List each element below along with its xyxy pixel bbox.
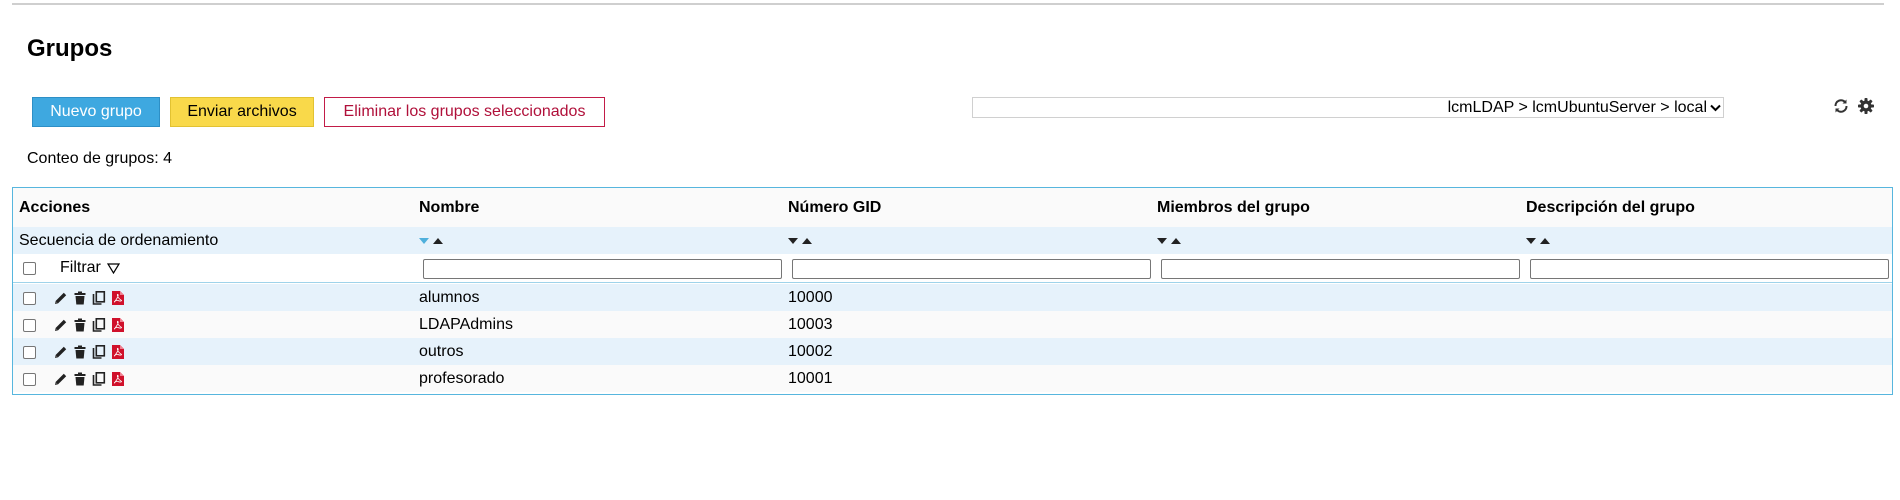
row-gid: 10000 — [788, 288, 833, 306]
delete-selected-groups-button[interactable]: Eliminar los grupos seleccionados — [324, 97, 605, 127]
row-actions — [53, 284, 126, 311]
column-header-name[interactable]: Nombre — [419, 188, 479, 227]
pdf-icon[interactable] — [110, 317, 126, 333]
sort-desc-icon[interactable] — [419, 237, 429, 244]
delete-icon[interactable] — [72, 317, 88, 333]
row-gid: 10002 — [788, 342, 833, 360]
filter-button[interactable]: Filtrar — [60, 254, 120, 282]
filter-name-input[interactable] — [423, 259, 782, 279]
gear-icon[interactable] — [1857, 97, 1875, 115]
sort-asc-icon[interactable] — [802, 237, 812, 244]
sort-desc-icon[interactable] — [1157, 237, 1167, 244]
row-name: outros — [419, 342, 464, 360]
row-checkbox[interactable] — [23, 291, 36, 305]
pdf-icon[interactable] — [110, 344, 126, 360]
edit-icon[interactable] — [53, 371, 69, 387]
new-group-button[interactable]: Nuevo grupo — [32, 97, 160, 127]
sort-sequence-label: Secuencia de ordenamiento — [19, 231, 219, 249]
select-all-checkbox[interactable] — [23, 262, 36, 275]
row-name: profesorado — [419, 369, 505, 387]
copy-icon[interactable] — [91, 317, 107, 333]
row-actions — [53, 311, 126, 338]
row-actions — [53, 365, 126, 392]
filter-members-input[interactable] — [1161, 259, 1520, 279]
filter-gid-input[interactable] — [792, 259, 1151, 279]
row-gid: 10001 — [788, 369, 833, 387]
sort-description — [1526, 227, 1550, 254]
sort-gid — [788, 227, 812, 254]
sort-members — [1157, 227, 1181, 254]
row-name: LDAPAdmins — [419, 315, 513, 333]
filter-row: Filtrar — [13, 254, 1892, 283]
top-divider — [12, 3, 1884, 5]
copy-icon[interactable] — [91, 344, 107, 360]
group-count-label: Conteo de grupos: — [27, 150, 159, 167]
sort-asc-icon[interactable] — [1540, 237, 1550, 244]
group-count: Conteo de grupos: 4 — [27, 150, 172, 168]
sort-desc-icon[interactable] — [788, 237, 798, 244]
copy-icon[interactable] — [91, 371, 107, 387]
groups-table: Acciones Nombre Número GID Miembros del … — [12, 187, 1893, 395]
pdf-icon[interactable] — [110, 371, 126, 387]
chevron-down-icon — [1710, 104, 1721, 112]
group-count-value: 4 — [163, 150, 173, 167]
table-row: outros 10002 — [13, 338, 1892, 365]
row-gid: 10003 — [788, 315, 833, 333]
server-suffix-select[interactable]: lcmLDAP > lcmUbuntuServer > local — [972, 97, 1724, 118]
copy-icon[interactable] — [91, 290, 107, 306]
table-row: profesorado 10001 — [13, 365, 1892, 392]
edit-icon[interactable] — [53, 290, 69, 306]
filter-label: Filtrar — [60, 259, 101, 276]
row-checkbox[interactable] — [23, 318, 36, 332]
upload-files-button[interactable]: Enviar archivos — [170, 97, 314, 127]
refresh-icon[interactable] — [1832, 97, 1850, 115]
column-header-actions: Acciones — [19, 198, 91, 216]
edit-icon[interactable] — [53, 317, 69, 333]
filter-icon — [106, 262, 120, 274]
edit-icon[interactable] — [53, 344, 69, 360]
server-suffix-value: lcmLDAP > lcmUbuntuServer > local — [1447, 98, 1707, 116]
row-actions — [53, 338, 126, 365]
column-header-members[interactable]: Miembros del grupo — [1157, 188, 1310, 227]
row-name: alumnos — [419, 288, 480, 306]
table-header-row: Acciones Nombre Número GID Miembros del … — [13, 188, 1892, 227]
sort-row: Secuencia de ordenamiento — [13, 227, 1892, 254]
delete-icon[interactable] — [72, 371, 88, 387]
table-row: LDAPAdmins 10003 — [13, 311, 1892, 338]
row-checkbox[interactable] — [23, 345, 36, 359]
sort-asc-icon[interactable] — [1171, 237, 1181, 244]
column-header-description[interactable]: Descripción del grupo — [1526, 188, 1695, 227]
filter-description-input[interactable] — [1530, 259, 1889, 279]
delete-icon[interactable] — [72, 290, 88, 306]
column-header-gid[interactable]: Número GID — [788, 188, 881, 227]
sort-asc-icon[interactable] — [433, 237, 443, 244]
row-checkbox[interactable] — [23, 372, 36, 386]
table-row: alumnos 10000 — [13, 284, 1892, 311]
sort-name — [419, 227, 443, 254]
sort-desc-icon[interactable] — [1526, 237, 1536, 244]
page-title: Grupos — [27, 35, 113, 62]
delete-icon[interactable] — [72, 344, 88, 360]
pdf-icon[interactable] — [110, 290, 126, 306]
